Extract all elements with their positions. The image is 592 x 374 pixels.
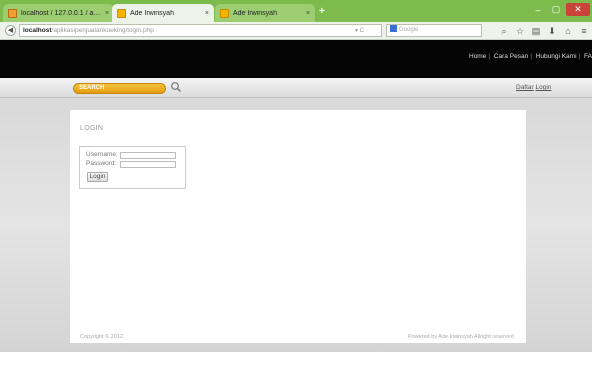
footer-copyright: Copyright © 2012 xyxy=(80,334,123,340)
browser-search-placeholder: Google xyxy=(399,27,419,33)
login-form: Username: Password: Login xyxy=(79,146,186,189)
browser-search-input[interactable]: Google xyxy=(386,24,482,37)
page-title: LOGIN xyxy=(80,125,104,132)
nav-cara-pesan[interactable]: Cara Pesan xyxy=(494,53,528,60)
url-path: /aplikasipenjualankueking/login.php xyxy=(51,27,154,34)
page-icon xyxy=(117,8,126,18)
search-strip: SEARCH Daftar Login xyxy=(0,78,592,98)
back-arrow-icon[interactable]: ◀ xyxy=(5,25,16,36)
username-field[interactable] xyxy=(120,152,176,159)
content-panel: LOGIN Username: Password: Login xyxy=(70,110,526,343)
download-icon[interactable]: ⬇ xyxy=(546,25,558,37)
phpmyadmin-icon xyxy=(8,8,17,18)
url-host: localhost xyxy=(23,27,52,34)
maximize-icon[interactable]: ▢ xyxy=(548,3,564,16)
nav-fa[interactable]: FA xyxy=(584,53,592,60)
login-button[interactable]: Login xyxy=(87,172,108,182)
tab-label: Ade Irwinsyah xyxy=(130,9,174,17)
site-search-input[interactable]: SEARCH xyxy=(73,83,166,94)
nav-home[interactable]: Home xyxy=(469,53,486,60)
tab-ade-irwinsyah[interactable]: Ade Irwinsyah × xyxy=(215,4,315,22)
tab-close-icon[interactable]: × xyxy=(205,10,209,17)
bottom-strip xyxy=(0,352,592,374)
search-icon[interactable]: ⌕ xyxy=(498,25,510,37)
username-label: Username: xyxy=(86,151,118,158)
site-header: Home | Cara Pesan | Hubungi Kami | FA xyxy=(0,40,592,78)
nav-hubungi-kami[interactable]: Hubungi Kami xyxy=(536,53,577,60)
tab-close-icon[interactable]: × xyxy=(306,10,310,17)
tab-label: Ade Irwinsyah xyxy=(233,9,277,17)
magnifier-icon[interactable] xyxy=(170,81,182,93)
password-field[interactable] xyxy=(120,161,176,168)
tab-close-icon[interactable]: × xyxy=(105,10,109,17)
clipboard-icon[interactable]: ▤ xyxy=(530,25,542,37)
reload-icon[interactable]: ▾ C xyxy=(355,26,364,36)
auth-links: Daftar Login xyxy=(516,84,551,91)
tab-phpmyadmin[interactable]: localhost / 127.0.0.1 / adei... × xyxy=(3,4,114,22)
menu-icon[interactable]: ≡ xyxy=(578,25,590,37)
new-tab-button[interactable]: + xyxy=(319,6,325,17)
footer-powered-by: Powered by Ade Irwinsyah Allright reserv… xyxy=(408,334,514,340)
tab-label: localhost / 127.0.0.1 / adei... xyxy=(21,9,101,17)
google-icon xyxy=(390,25,397,32)
tab-ade-irwinsyah-active[interactable]: Ade Irwinsyah × xyxy=(112,4,214,22)
star-icon[interactable]: ☆ xyxy=(514,25,526,37)
top-navigation: Home | Cara Pesan | Hubungi Kami | FA xyxy=(469,53,592,60)
url-bar[interactable]: localhost/aplikasipenjualankueking/login… xyxy=(19,24,382,37)
browser-titlebar: localhost / 127.0.0.1 / adei... × Ade Ir… xyxy=(0,0,592,22)
home-icon[interactable]: ⌂ xyxy=(562,25,574,37)
password-label: Password: xyxy=(86,160,117,167)
login-link[interactable]: Login xyxy=(536,84,552,91)
minimize-icon[interactable]: – xyxy=(530,3,546,16)
close-window-icon[interactable]: ✕ xyxy=(566,3,590,16)
page-icon xyxy=(220,8,229,18)
register-link[interactable]: Daftar xyxy=(516,84,534,91)
browser-navbar: ◀ localhost/aplikasipenjualankueking/log… xyxy=(0,22,592,40)
